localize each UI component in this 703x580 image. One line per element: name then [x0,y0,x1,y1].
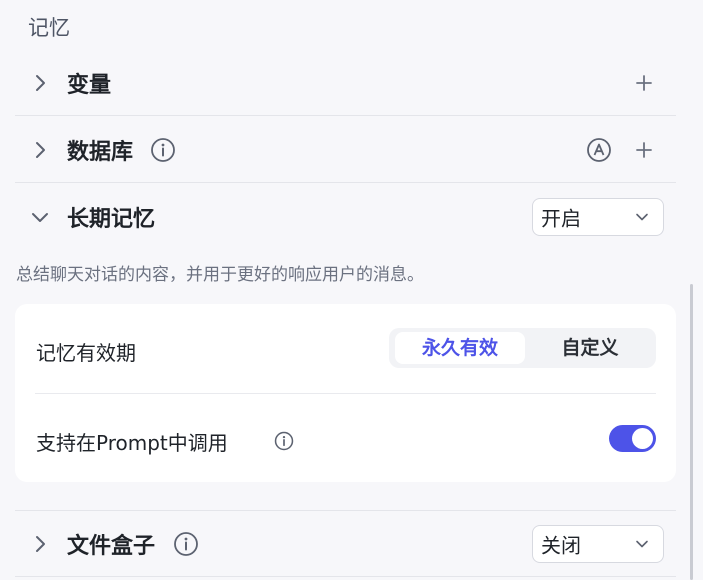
file-box-select-value: 关闭 [541,533,581,557]
scrollbar[interactable] [690,284,693,580]
row-long-memory[interactable]: 长期记忆 开启 [15,184,676,250]
chevron-right-icon[interactable] [29,72,51,94]
auto-a-icon[interactable] [586,137,612,163]
row-label-database: 数据库 [67,139,134,165]
chevron-down-icon [636,540,648,547]
validity-segmented-control[interactable]: 永久有效 自定义 [389,328,656,368]
validity-option-permanent[interactable]: 永久有效 [395,332,525,364]
chevron-right-icon[interactable] [29,533,51,555]
info-icon[interactable] [173,531,199,557]
row-label-long-memory: 长期记忆 [67,207,156,232]
row-label-file-box: 文件盒子 [67,533,156,559]
chevron-down-icon [636,213,648,221]
long-memory-select[interactable]: 开启 [532,198,664,236]
prompt-call-label: 支持在Prompt中调用 [36,431,228,455]
row-database[interactable]: 数据库 [15,117,676,183]
prompt-call-toggle[interactable] [609,425,656,452]
row-file-box[interactable]: 文件盒子 关闭 [15,510,676,577]
long-memory-description: 总结聊天对话的内容，并用于更好的响应用户的消息。 [16,265,424,285]
row-label-variables: 变量 [67,72,112,98]
toggle-knob [632,428,653,449]
section-title: 记忆 [28,16,70,40]
row-variables[interactable]: 变量 [15,50,676,116]
card-divider [35,393,656,394]
plus-icon[interactable] [634,140,654,160]
long-memory-settings-card: 记忆有效期 永久有效 自定义 支持在Prompt中调用 [15,304,676,482]
validity-label: 记忆有效期 [36,341,136,365]
info-icon[interactable] [150,137,176,163]
plus-icon[interactable] [634,73,654,93]
validity-option-custom[interactable]: 自定义 [525,332,655,364]
long-memory-select-value: 开启 [541,206,581,231]
chevron-down-icon[interactable] [29,206,51,228]
file-box-select[interactable]: 关闭 [532,524,664,563]
chevron-right-icon[interactable] [29,139,51,161]
info-icon[interactable] [274,431,294,451]
